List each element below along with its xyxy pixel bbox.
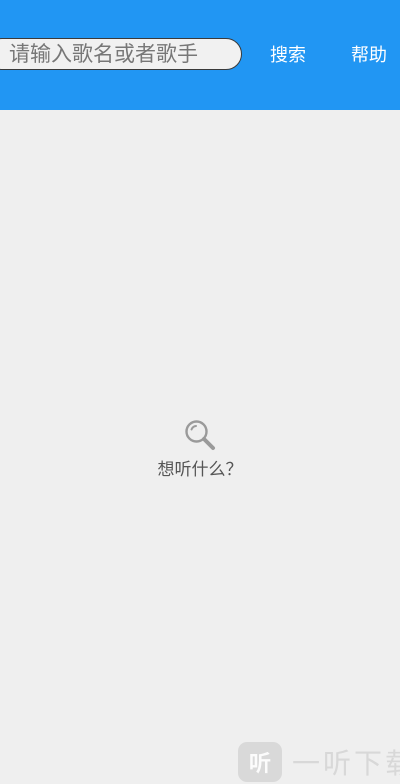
watermark-text: 一听下载 <box>292 747 400 780</box>
search-field[interactable] <box>0 38 242 70</box>
empty-state: 想听什么？ <box>0 418 400 481</box>
empty-state-message: 想听什么？ <box>157 460 243 480</box>
watermark: 听 一听下载 <box>238 740 400 784</box>
help-button[interactable]: 帮助 <box>351 44 387 68</box>
search-icon <box>185 420 215 450</box>
search-button[interactable]: 搜索 <box>270 44 306 68</box>
top-app-bar: 搜索 帮助 <box>0 0 400 110</box>
search-input[interactable] <box>9 42 231 66</box>
watermark-logo: 听 <box>238 742 282 782</box>
